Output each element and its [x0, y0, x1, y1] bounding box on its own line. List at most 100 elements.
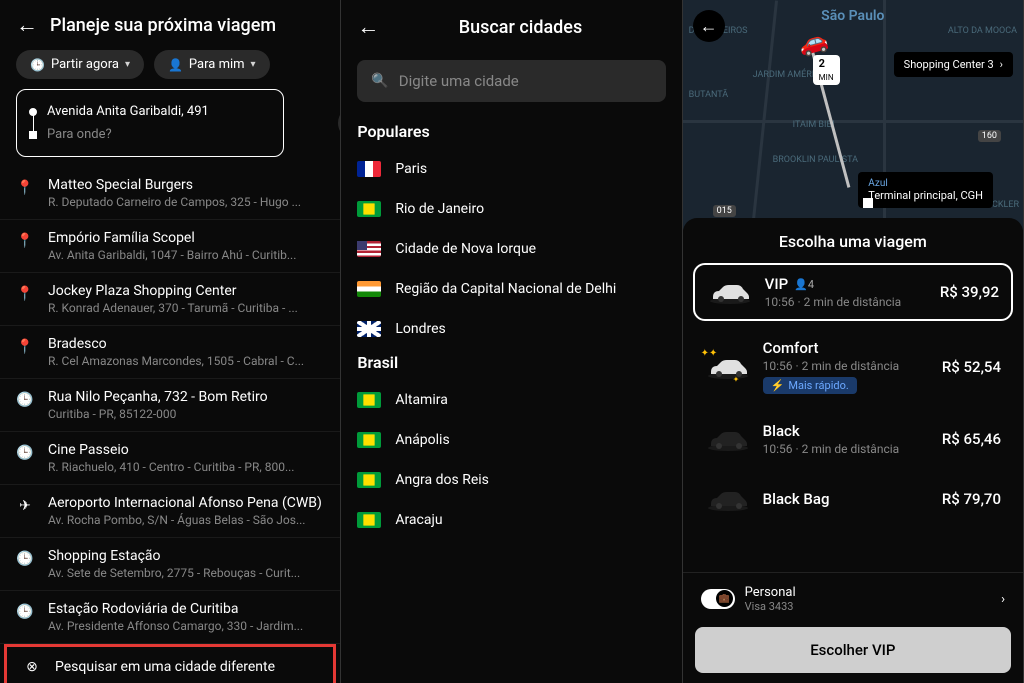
location-item[interactable]: 📍 Empório Família Scopel Av. Anita Garib…	[0, 220, 340, 273]
ride-price: R$ 52,54	[942, 358, 1001, 376]
route-connector	[33, 114, 34, 134]
chevron-down-icon: ▾	[125, 59, 130, 70]
city-name: Rio de Janeiro	[395, 201, 484, 217]
location-title: Estação Rodoviária de Curitiba	[48, 601, 324, 617]
location-item[interactable]: 📍 Bradesco R. Cel Amazonas Marcondes, 15…	[0, 326, 340, 379]
location-address: R. Deputado Carneiro de Campos, 325 - Hu…	[48, 195, 324, 209]
location-title: Shopping Estação	[48, 548, 324, 564]
location-address: Av. Sete de Setembro, 2775 - Rebouças - …	[48, 566, 324, 580]
depart-time-chip[interactable]: 🕒 Partir agora ▾	[16, 50, 144, 79]
rider-chip[interactable]: 👤 Para mim ▾	[154, 50, 270, 79]
city-item[interactable]: Londres	[341, 309, 681, 349]
person-icon: 👤	[168, 58, 183, 72]
trip-planner-panel: ← Planeje sua próxima viagem 🕒 Partir ag…	[0, 0, 341, 683]
eta-badge: 2MIN	[813, 55, 840, 85]
location-item[interactable]: 📍 Matteo Special Burgers R. Deputado Car…	[0, 167, 340, 220]
back-button[interactable]: ←	[357, 14, 379, 40]
chip-label: Para mim	[189, 57, 245, 72]
location-item[interactable]: 📍 Jockey Plaza Shopping Center R. Konrad…	[0, 273, 340, 326]
ride-option-vip[interactable]: VIP 👤4 10:56 · 2 min de distância R$ 39,…	[693, 263, 1013, 321]
location-item[interactable]: 🕒 Estação Rodoviária de Curitiba Av. Pre…	[0, 591, 340, 644]
city-name: Anápolis	[395, 432, 449, 448]
ride-option-black-bag[interactable]: Black Bag R$ 79,70	[693, 474, 1013, 524]
page-title: Buscar cidades	[395, 17, 645, 38]
location-address: R. Konrad Adenauer, 370 - Tarumã - Curit…	[48, 301, 324, 315]
clock-icon: 🕒	[16, 603, 34, 621]
plane-icon: ✈	[16, 497, 34, 515]
flag-br-icon	[357, 201, 381, 217]
destination-badge[interactable]: Shopping Center 3›	[894, 52, 1013, 77]
map-back-button[interactable]: ←	[693, 10, 725, 42]
lightning-icon: ⚡	[771, 379, 785, 392]
clock-icon: 🕒	[16, 444, 34, 462]
suggestions-list: 📍 Matteo Special Burgers R. Deputado Car…	[0, 167, 340, 644]
map-neighborhood: BUTANTÃ	[689, 90, 729, 100]
city-item[interactable]: Anápolis	[341, 420, 681, 460]
flag-br-icon	[357, 432, 381, 448]
origin-text: Avenida Anita Garibaldi, 491	[47, 104, 209, 119]
city-name: Aracaju	[395, 512, 442, 528]
profile-toggle[interactable]	[701, 589, 735, 609]
compass-icon: ⊗	[23, 659, 41, 675]
city-name: Cidade de Nova Iorque	[395, 241, 536, 257]
clock-icon: 🕒	[30, 58, 45, 72]
car-icon	[705, 424, 751, 454]
ride-option-comfort[interactable]: ✦✦✦ Comfort 10:56 · 2 min de distância ⚡…	[693, 329, 1013, 404]
ride-options-sheet: Escolha uma viagem VIP 👤4 10:56 · 2 min …	[683, 218, 1023, 683]
flag-in-icon	[357, 281, 381, 297]
back-button[interactable]: ←	[16, 12, 38, 38]
city-item[interactable]: Paris	[341, 149, 681, 189]
chevron-right-icon: ›	[1001, 592, 1005, 607]
chevron-down-icon: ▾	[251, 59, 256, 70]
location-title: Aeroporto Internacional Afonso Pena (CWB…	[48, 495, 324, 511]
car-icon: ✦✦✦	[705, 352, 751, 382]
location-item[interactable]: 🕒 Shopping Estação Av. Sete de Setembro,…	[0, 538, 340, 591]
payment-selector[interactable]: Personal Visa 3433 ›	[683, 572, 1023, 625]
payment-card: Visa 3433	[745, 600, 991, 613]
destination-placeholder: Para onde?	[47, 127, 112, 142]
chevron-right-icon: ›	[1000, 58, 1003, 71]
city-item[interactable]: Cidade de Nova Iorque	[341, 229, 681, 269]
location-title: Bradesco	[48, 336, 324, 352]
ride-name: Comfort	[763, 339, 819, 357]
city-name: Paris	[395, 161, 427, 177]
sheet-title: Escolha uma viagem	[683, 232, 1023, 251]
city-item[interactable]: Rio de Janeiro	[341, 189, 681, 229]
city-item[interactable]: Angra dos Reis	[341, 460, 681, 500]
location-item[interactable]: 🕒 Cine Passeio R. Riachuelo, 410 - Centr…	[0, 432, 340, 485]
location-title: Matteo Special Burgers	[48, 177, 324, 193]
choose-ride-button[interactable]: Escolher VIP	[695, 627, 1011, 673]
location-address: Av. Presidente Affonso Camargo, 330 - Ja…	[48, 619, 324, 633]
route-box: Avenida Anita Garibaldi, 491 Para onde?	[16, 89, 284, 157]
map-neighborhood: BROOKLIN PAULISTA	[773, 155, 858, 165]
popular-cities-list: Paris Rio de Janeiro Cidade de Nova Iorq…	[341, 149, 681, 349]
location-title: Rua Nilo Peçanha, 732 - Bom Retiro	[48, 389, 324, 405]
city-search-input[interactable]: 🔍 Digite uma cidade	[357, 60, 665, 102]
location-title: Empório Família Scopel	[48, 230, 324, 246]
origin-input[interactable]: Avenida Anita Garibaldi, 491	[29, 100, 271, 123]
city-item[interactable]: Altamira	[341, 380, 681, 420]
city-name: Londres	[395, 321, 445, 337]
destination-input[interactable]: Para onde?	[29, 123, 271, 146]
location-address: Av. Rocha Pombo, S/N - Águas Belas - São…	[48, 513, 324, 527]
location-title: Jockey Plaza Shopping Center	[48, 283, 324, 299]
city-search-panel: ← Buscar cidades 🔍 Digite uma cidade Pop…	[341, 0, 682, 683]
brasil-section-title: Brasil	[341, 349, 681, 380]
location-item[interactable]: ✈ Aeroporto Internacional Afonso Pena (C…	[0, 485, 340, 538]
flag-uk-icon	[357, 321, 381, 337]
flag-br-icon	[357, 392, 381, 408]
clock-icon: 🕒	[16, 391, 34, 409]
search-different-city-button[interactable]: ⊗ Pesquisar em uma cidade diferente	[7, 647, 333, 683]
map-view[interactable]: ← São Paulo DE PINHEIROS ALTO DA MOOCA B…	[683, 0, 1023, 230]
ride-option-black[interactable]: Black 10:56 · 2 min de distância R$ 65,4…	[693, 412, 1013, 466]
city-item[interactable]: Região da Capital Nacional de Delhi	[341, 269, 681, 309]
location-item[interactable]: 🕒 Rua Nilo Peçanha, 732 - Bom Retiro Cur…	[0, 379, 340, 432]
origin-pin-icon	[863, 198, 873, 208]
location-address: Av. Anita Garibaldi, 1047 - Bairro Ahú -…	[48, 248, 324, 262]
ride-meta: 10:56 · 2 min de distância	[763, 359, 930, 373]
pin-icon: 📍	[16, 285, 34, 303]
city-item[interactable]: Aracaju	[341, 500, 681, 540]
passenger-count: 👤4	[794, 278, 814, 291]
map-neighborhood: ITAIM BIBI	[793, 120, 835, 130]
pin-icon: 📍	[16, 338, 34, 356]
